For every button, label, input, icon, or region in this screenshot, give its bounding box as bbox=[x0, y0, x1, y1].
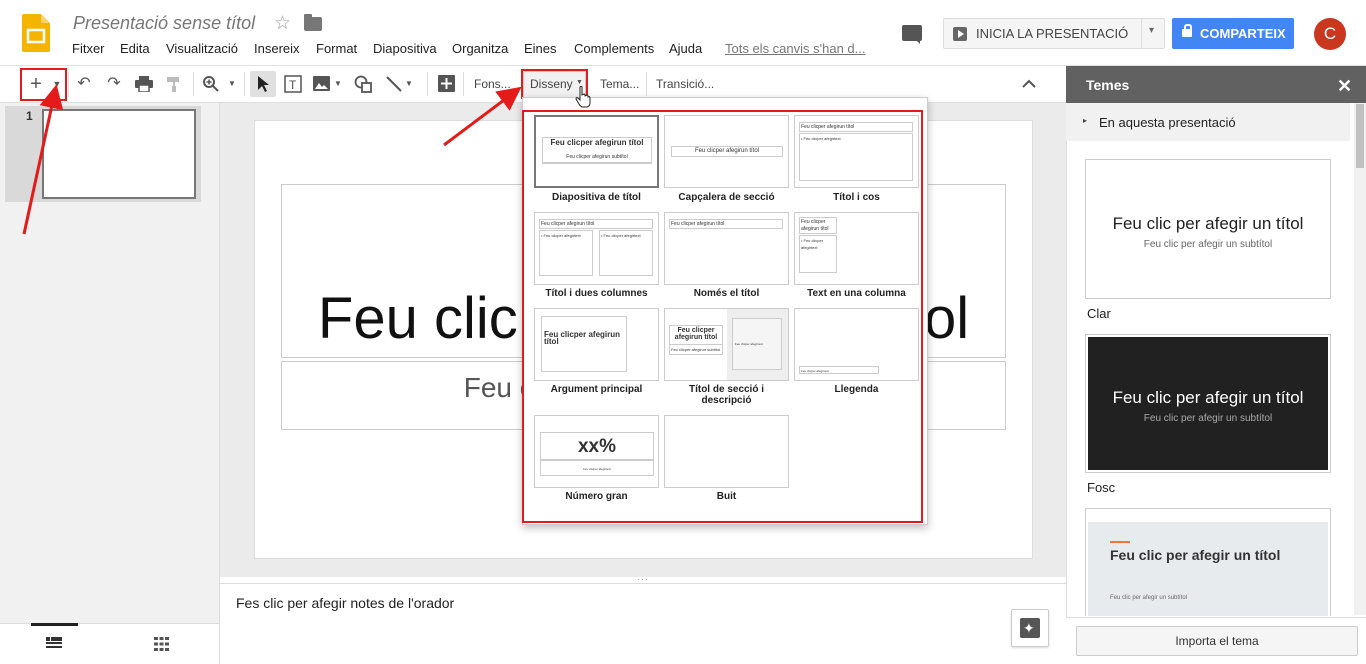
menu-tools[interactable]: Eines bbox=[524, 41, 557, 56]
image-icon[interactable] bbox=[313, 76, 330, 91]
theme-subtitle: Feu clic per afegir un subtítol bbox=[1143, 239, 1273, 250]
annotation-box bbox=[20, 68, 67, 101]
divider bbox=[1141, 18, 1142, 49]
shape-icon[interactable] bbox=[354, 75, 372, 93]
slide-thumbnail[interactable] bbox=[42, 109, 196, 199]
text-box-icon[interactable]: T bbox=[284, 75, 302, 93]
avatar[interactable]: C bbox=[1314, 18, 1346, 50]
theme-accent-bar bbox=[1110, 541, 1130, 543]
lock-icon bbox=[1182, 24, 1192, 37]
document-title[interactable]: Presentació sense títol bbox=[73, 13, 255, 34]
explore-icon bbox=[1020, 618, 1040, 638]
print-icon[interactable] bbox=[135, 76, 153, 92]
theme-preview-simple bbox=[1088, 522, 1328, 616]
play-icon bbox=[953, 27, 967, 41]
chevron-down-icon[interactable]: ▼ bbox=[333, 71, 343, 97]
present-label: INICIA LA PRESENTACIÓ bbox=[976, 26, 1129, 41]
chevron-down-icon[interactable]: ▼ bbox=[404, 71, 414, 97]
theme-name: Fosc bbox=[1087, 480, 1116, 495]
list-view-icon[interactable] bbox=[46, 637, 62, 651]
slide-number: 1 bbox=[26, 109, 33, 123]
import-theme-button[interactable]: Importa el tema bbox=[1076, 626, 1358, 656]
divider bbox=[193, 72, 194, 96]
svg-text:T: T bbox=[289, 78, 297, 92]
line-icon[interactable] bbox=[385, 75, 403, 93]
theme-button[interactable]: Tema... bbox=[600, 77, 639, 91]
divider bbox=[68, 72, 69, 96]
scrollbar[interactable] bbox=[1354, 103, 1366, 615]
grid-view-icon[interactable] bbox=[154, 637, 169, 651]
menu-insert[interactable]: Insereix bbox=[254, 41, 300, 56]
scrollbar-thumb[interactable] bbox=[1356, 104, 1364, 168]
menu-arrange[interactable]: Organitza bbox=[452, 41, 508, 56]
comments-icon[interactable] bbox=[902, 25, 922, 44]
divider bbox=[646, 72, 647, 96]
speaker-notes-placeholder: Fes clic per afegir notes de l'orador bbox=[236, 595, 455, 611]
themes-section-label: En aquesta presentació bbox=[1099, 115, 1236, 130]
cursor-arrow-icon bbox=[258, 76, 269, 92]
menu-edit[interactable]: Edita bbox=[120, 41, 150, 56]
save-status-link[interactable]: Tots els canvis s'han d... bbox=[725, 41, 866, 56]
paint-format-icon[interactable] bbox=[166, 76, 182, 92]
zoom-icon[interactable] bbox=[203, 76, 219, 92]
close-icon[interactable]: ✕ bbox=[1337, 76, 1352, 97]
transition-button[interactable]: Transició... bbox=[656, 77, 714, 91]
theme-title: Feu clic per afegir un títol bbox=[1110, 547, 1281, 563]
menu-slide[interactable]: Diapositiva bbox=[373, 41, 437, 56]
chevron-up-icon[interactable] bbox=[1022, 79, 1036, 88]
share-label: COMPARTEIX bbox=[1200, 26, 1286, 41]
filmstrip-footer bbox=[0, 623, 219, 664]
star-icon[interactable]: ☆ bbox=[274, 12, 291, 35]
divider bbox=[244, 72, 245, 96]
themes-panel-title: Temes bbox=[1086, 77, 1130, 93]
divider bbox=[463, 72, 464, 96]
menu-help[interactable]: Ajuda bbox=[669, 41, 702, 56]
triangle-icon: ▸ bbox=[1083, 116, 1088, 125]
theme-name: Clar bbox=[1087, 306, 1111, 321]
folder-icon[interactable] bbox=[304, 14, 322, 31]
background-button[interactable]: Fons... bbox=[474, 77, 511, 91]
theme-title: Feu clic per afegir un títol bbox=[1112, 388, 1304, 407]
undo-icon[interactable]: ↶ bbox=[73, 71, 95, 97]
theme-subtitle: Feu clic per afegir un subtítol bbox=[1110, 595, 1188, 601]
menu-file[interactable]: Fitxer bbox=[72, 41, 105, 56]
divider bbox=[427, 72, 428, 96]
hand-cursor-icon bbox=[575, 86, 591, 108]
theme-subtitle: Feu clic per afegir un subtítol bbox=[1143, 413, 1273, 424]
slides-logo-icon[interactable] bbox=[22, 14, 50, 52]
menu-addons[interactable]: Complements bbox=[574, 41, 654, 56]
annotation-box bbox=[522, 110, 923, 523]
chevron-down-icon[interactable]: ▼ bbox=[226, 71, 238, 97]
redo-icon[interactable]: ↷ bbox=[103, 71, 125, 97]
active-view-indicator bbox=[31, 623, 78, 626]
theme-title: Feu clic per afegir un títol bbox=[1112, 214, 1304, 233]
chevron-down-icon[interactable]: ▾ bbox=[1149, 25, 1154, 36]
menu-format[interactable]: Format bbox=[316, 41, 357, 56]
menu-view[interactable]: Visualització bbox=[166, 41, 238, 56]
add-comment-icon[interactable] bbox=[438, 75, 455, 92]
